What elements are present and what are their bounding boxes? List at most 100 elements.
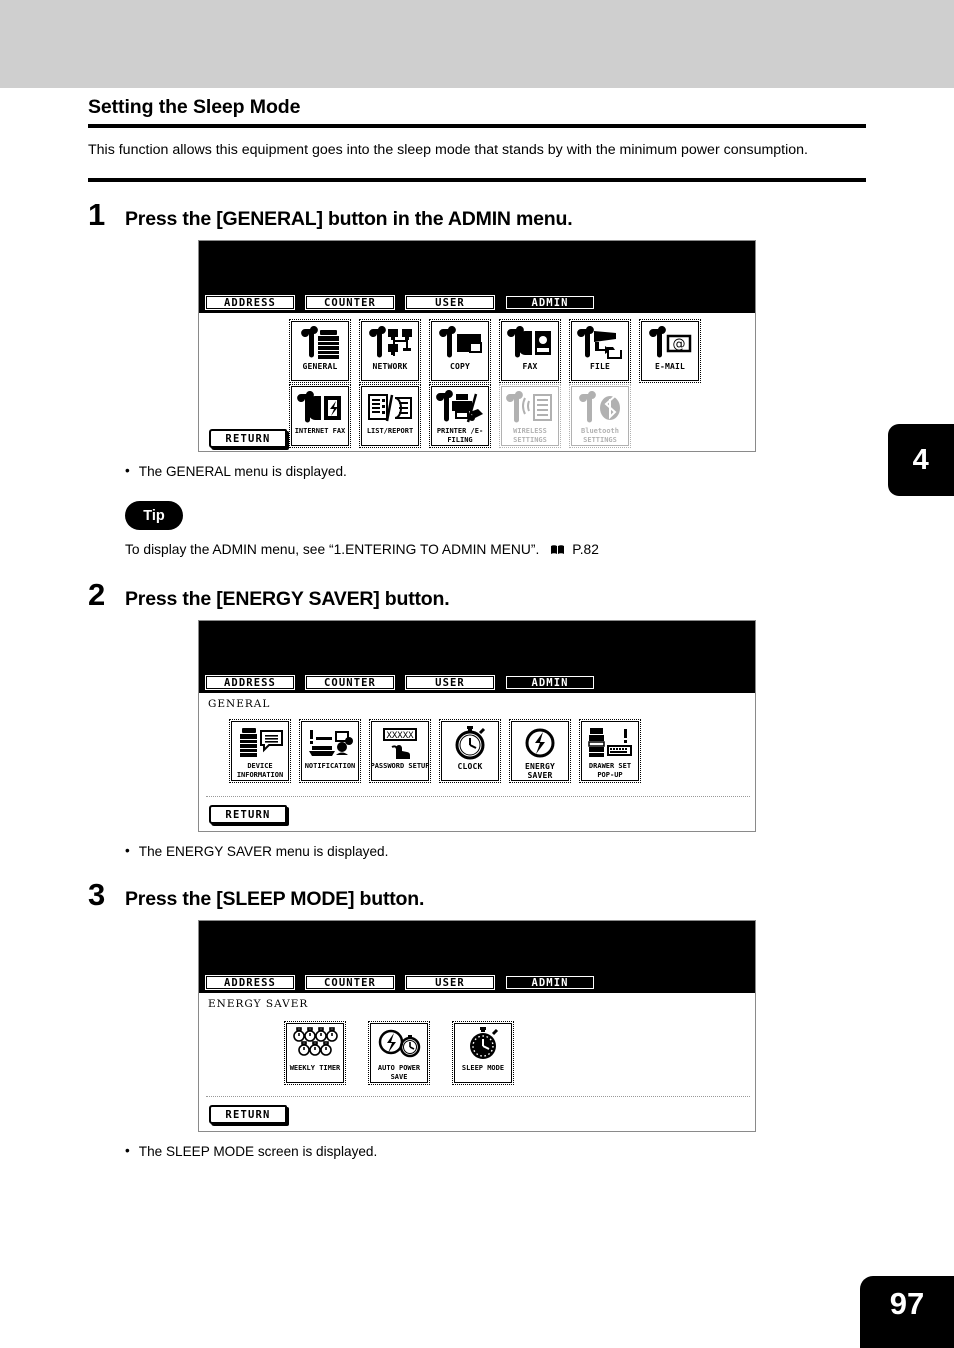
button-file[interactable]: FILE xyxy=(569,319,631,383)
button-weekly-timer[interactable]: WEEKLY TIMER xyxy=(284,1021,346,1085)
button-password-setup[interactable]: XXXXX PASSWORD SETUP xyxy=(369,719,431,783)
clock-icon xyxy=(443,724,497,762)
button-drawer-set-popup[interactable]: DRAWER SET POP-UP xyxy=(579,719,641,783)
bullet-icon: • xyxy=(125,843,130,858)
step-1: 1 Press the [GENERAL] button in the ADMI… xyxy=(88,199,866,557)
tab-admin[interactable]: ADMIN xyxy=(504,294,596,311)
tab-counter[interactable]: COUNTER xyxy=(304,674,396,691)
tab-address[interactable]: ADDRESS xyxy=(204,294,296,311)
wrench-copier-icon xyxy=(293,324,347,362)
wrench-at-icon: @ xyxy=(643,324,697,362)
lcd-panel-general-menu: ADDRESS COUNTER USER ADMIN GENERAL DEVIC… xyxy=(198,620,756,832)
tab-user[interactable]: USER xyxy=(404,674,496,691)
step-3-heading: 3 Press the [SLEEP MODE] button. xyxy=(88,879,866,911)
return-button[interactable]: RETURN xyxy=(209,1105,287,1124)
lcd-tab-row: ADDRESS COUNTER USER ADMIN xyxy=(204,974,596,991)
tab-counter[interactable]: COUNTER xyxy=(304,294,396,311)
energy-saver-icon xyxy=(513,724,567,762)
separator xyxy=(206,1096,750,1097)
tip-text-row: To display the ADMIN menu, see “1.ENTERI… xyxy=(125,542,866,557)
wrench-printer-icon xyxy=(433,389,487,427)
breadcrumb: ENERGY SAVER xyxy=(208,998,309,1010)
button-device-information[interactable]: DEVICE INFORMATION xyxy=(229,719,291,783)
title-rule xyxy=(88,124,866,128)
return-button[interactable]: RETURN xyxy=(209,429,287,448)
step-2: 2 Press the [ENERGY SAVER] button. ADDRE… xyxy=(88,579,866,859)
button-auto-power-save-label: AUTO POWER SAVE xyxy=(377,1064,421,1081)
sleep-mode-icon xyxy=(456,1026,510,1064)
button-password-setup-label: PASSWORD SETUP xyxy=(370,762,430,770)
step-2-number: 2 xyxy=(88,577,106,612)
wrench-wireless-icon xyxy=(503,389,557,427)
button-drawer-set-popup-label: DRAWER SET POP-UP xyxy=(588,762,632,779)
button-internet-fax[interactable]: INTERNET FAX xyxy=(289,384,351,448)
button-email-label: E-MAIL xyxy=(654,362,686,371)
separator xyxy=(206,796,750,797)
notification-icon xyxy=(303,724,357,762)
button-sleep-mode[interactable]: SLEEP MODE xyxy=(452,1021,514,1085)
button-general[interactable]: GENERAL xyxy=(289,319,351,383)
step-1-heading: 1 Press the [GENERAL] button in the ADMI… xyxy=(88,199,866,231)
step-3-note: • The SLEEP MODE screen is displayed. xyxy=(88,1143,866,1159)
lcd-panel-energy-saver-menu: ADDRESS COUNTER USER ADMIN ENERGY SAVER xyxy=(198,920,756,1132)
button-energy-saver[interactable]: ENERGY SAVER xyxy=(509,719,571,783)
button-email[interactable]: @ E-MAIL xyxy=(639,319,701,383)
button-auto-power-save[interactable]: AUTO POWER SAVE xyxy=(368,1021,430,1085)
general-icon-row-1: DEVICE INFORMATION NOTIFICATION XXXXX PA… xyxy=(229,719,641,783)
step-2-heading: 2 Press the [ENERGY SAVER] button. xyxy=(88,579,866,611)
tab-counter[interactable]: COUNTER xyxy=(304,974,396,991)
drawer-popup-icon xyxy=(583,724,637,762)
wrench-page-icon xyxy=(433,324,487,362)
tip-text: To display the ADMIN menu, see “1.ENTERI… xyxy=(125,542,540,557)
button-clock[interactable]: CLOCK xyxy=(439,719,501,783)
button-list-report[interactable]: LIST/REPORT xyxy=(359,384,421,448)
button-internet-fax-label: INTERNET FAX xyxy=(294,427,346,435)
chapter-tab: 4 xyxy=(888,424,954,496)
button-fax[interactable]: FAX xyxy=(499,319,561,383)
button-bluetooth-settings-label: Bluetooth SETTINGS xyxy=(581,427,619,444)
page-title: Setting the Sleep Mode xyxy=(88,96,301,118)
weekly-timer-icon xyxy=(288,1026,342,1064)
button-printer-efiling-label: PRINTER /E-FILING xyxy=(436,427,484,444)
lcd-tab-row: ADDRESS COUNTER USER ADMIN xyxy=(204,674,596,691)
return-button[interactable]: RETURN xyxy=(209,805,287,824)
header-band xyxy=(0,0,954,88)
tab-address[interactable]: ADDRESS xyxy=(204,674,296,691)
password-setup-icon: XXXXX xyxy=(373,724,427,762)
device-info-icon xyxy=(233,724,287,762)
step-1-text: Press the [GENERAL] button in the ADMIN … xyxy=(125,208,573,230)
admin-icon-row-1: GENERAL NETWORK COPY FAX FILE @ E-MAIL xyxy=(289,319,701,383)
tab-address[interactable]: ADDRESS xyxy=(204,974,296,991)
step-2-text: Press the [ENERGY SAVER] button. xyxy=(125,588,450,610)
tab-admin[interactable]: ADMIN xyxy=(504,974,596,991)
auto-power-save-icon xyxy=(372,1026,426,1064)
button-network[interactable]: NETWORK xyxy=(359,319,421,383)
step-1-note: • The GENERAL menu is displayed. xyxy=(88,463,866,479)
button-bluetooth-settings[interactable]: Bluetooth SETTINGS xyxy=(569,384,631,448)
intro-paragraph: This function allows this equipment goes… xyxy=(88,142,808,158)
button-device-information-label: DEVICE INFORMATION xyxy=(236,762,284,779)
wrench-bluetooth-icon xyxy=(573,389,627,427)
lcd-panel-admin-menu: ADDRESS COUNTER USER ADMIN GENERAL NETWO… xyxy=(198,240,756,452)
energy-saver-icon-row: WEEKLY TIMER AUTO POWER SAVE SLEEP MODE xyxy=(284,1021,514,1085)
book-icon xyxy=(550,544,565,556)
svg-text:@: @ xyxy=(673,337,686,352)
step-3: 3 Press the [SLEEP MODE] button. ADDRESS… xyxy=(88,879,866,1159)
tab-user[interactable]: USER xyxy=(404,294,496,311)
bullet-icon: • xyxy=(125,463,130,478)
step-3-number: 3 xyxy=(88,877,106,912)
tab-user[interactable]: USER xyxy=(404,974,496,991)
tab-admin[interactable]: ADMIN xyxy=(504,674,596,691)
admin-icon-row-2: INTERNET FAX LIST/REPORT PRINTER /E-FILI… xyxy=(289,384,631,448)
button-copy[interactable]: COPY xyxy=(429,319,491,383)
button-wireless-settings[interactable]: WIRELESS SETTINGS xyxy=(499,384,561,448)
button-wireless-settings-label: WIRELESS SETTINGS xyxy=(513,427,547,444)
lcd-body: GENERAL xyxy=(199,693,755,831)
button-clock-label: CLOCK xyxy=(457,762,483,771)
step-3-note-text: The SLEEP MODE screen is displayed. xyxy=(138,1144,378,1159)
button-printer-efiling[interactable]: PRINTER /E-FILING xyxy=(429,384,491,448)
button-notification[interactable]: NOTIFICATION xyxy=(299,719,361,783)
step-2-note: • The ENERGY SAVER menu is displayed. xyxy=(88,843,866,859)
lcd-body: ENERGY SAVER WEEKLY TIMER AUTO POWER SAV… xyxy=(199,993,755,1131)
step-3-text: Press the [SLEEP MODE] button. xyxy=(125,888,425,910)
